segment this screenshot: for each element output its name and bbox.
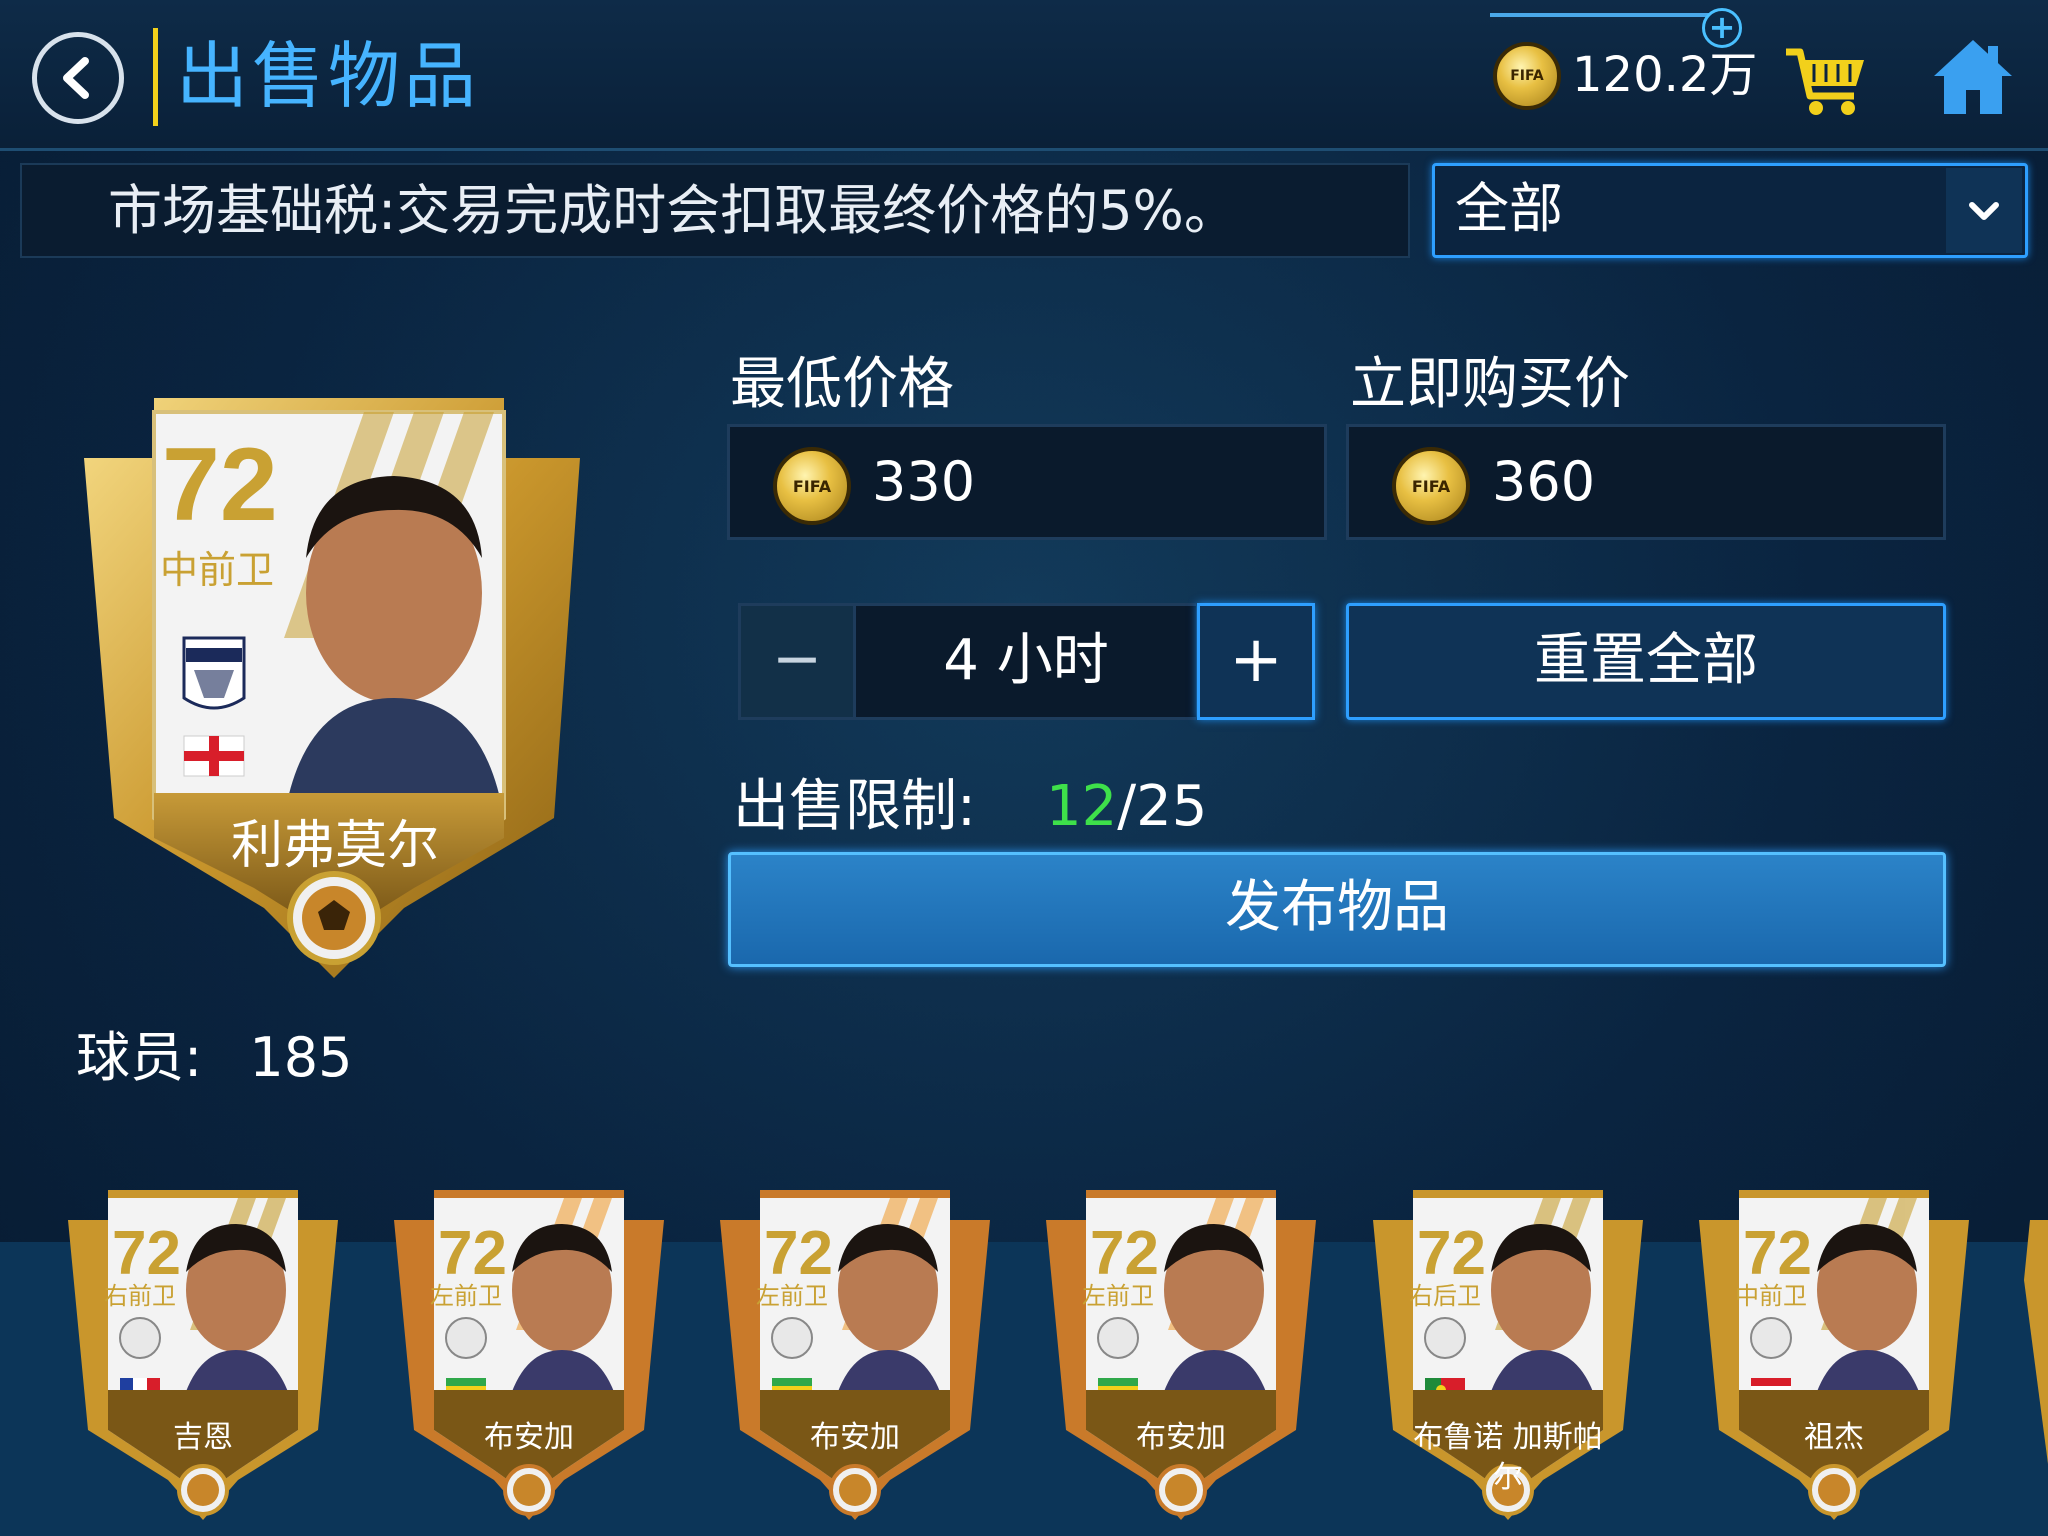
sell-limit-total: /25 xyxy=(1117,774,1208,839)
player-card-name: 布安加 xyxy=(1136,1420,1226,1455)
min-price-label: 最低价格 xyxy=(730,352,954,417)
sell-limit-used: 12 xyxy=(1046,774,1118,839)
player-card-position: 中前卫 xyxy=(1735,1282,1807,1310)
duration-decrease-button[interactable]: − xyxy=(738,603,856,720)
player-card-position: 右前卫 xyxy=(104,1282,176,1310)
club-badge-icon xyxy=(771,1317,813,1359)
player-card-position: 左前卫 xyxy=(756,1282,828,1310)
club-badge-icon xyxy=(445,1317,487,1359)
tax-notice-text: 市场基础税:交易完成时会扣取最终价格的5%。 xyxy=(108,179,1238,242)
ball-icon-inner xyxy=(839,1474,871,1506)
player-card-position: 左前卫 xyxy=(430,1282,502,1310)
duration-value: 4 小时 xyxy=(856,603,1196,720)
player-count: 球员: 185 xyxy=(76,1024,352,1092)
player-card-rating: 72 xyxy=(112,1219,181,1288)
club-badge-icon xyxy=(1424,1317,1466,1359)
player-card-name: 布安加 xyxy=(484,1420,574,1455)
buy-now-price-value: 360 xyxy=(1492,450,1596,513)
player-card-rating: 72 xyxy=(1417,1219,1486,1288)
page-title: 出售物品 xyxy=(176,34,481,118)
cart-icon[interactable] xyxy=(1780,34,1870,124)
coin-balance: 120.2万 xyxy=(1572,47,1758,103)
player-card-name: 布鲁诺 加斯帕尔 xyxy=(1413,1420,1603,1495)
coin-icon: FIFA xyxy=(1493,42,1561,110)
player-card[interactable] xyxy=(394,1190,664,1520)
sell-limit-value: 12/25 xyxy=(1046,772,1207,842)
ball-icon-inner xyxy=(1818,1474,1850,1506)
player-card-name: 布安加 xyxy=(810,1420,900,1455)
home-icon[interactable] xyxy=(1928,32,2018,122)
filter-selected-value: 全部 xyxy=(1455,177,1563,240)
selected-player-card[interactable] xyxy=(84,398,580,978)
coin-icon: FIFA xyxy=(773,447,851,525)
player-card-name: 祖杰 xyxy=(1804,1420,1864,1455)
min-price-value: 330 xyxy=(872,450,976,513)
sell-limit-label: 出售限制: xyxy=(733,774,976,839)
player-card-name: 吉恩 xyxy=(173,1420,233,1455)
club-badge-icon xyxy=(119,1317,161,1359)
club-badge-icon xyxy=(1097,1317,1139,1359)
player-card-position: 右后卫 xyxy=(1409,1282,1481,1310)
player-count-label: 球员: xyxy=(76,1026,203,1089)
player-card-partial[interactable] xyxy=(2024,1220,2048,1510)
player-card[interactable] xyxy=(68,1190,338,1520)
duration-increase-button[interactable]: + xyxy=(1197,603,1315,720)
balance-bar xyxy=(1490,13,1714,17)
selected-player-name: 利弗莫尔 xyxy=(230,816,439,876)
player-card-rating: 72 xyxy=(1743,1219,1812,1288)
player-card-rating: 72 xyxy=(438,1219,507,1288)
player-card-rating: 72 xyxy=(764,1219,833,1288)
reset-all-button[interactable]: 重置全部 xyxy=(1346,603,1946,720)
publish-item-button[interactable]: 发布物品 xyxy=(728,852,1946,967)
filter-dropdown-toggle[interactable] xyxy=(1946,168,2022,253)
selected-player-rating: 72 xyxy=(162,427,278,543)
player-card[interactable] xyxy=(1046,1190,1316,1520)
player-card-rating: 72 xyxy=(1090,1219,1159,1288)
player-count-value: 185 xyxy=(249,1026,353,1089)
player-card[interactable] xyxy=(1699,1190,1969,1520)
player-card[interactable] xyxy=(720,1190,990,1520)
ball-icon-inner xyxy=(1165,1474,1197,1506)
selected-player-position: 中前卫 xyxy=(160,548,275,592)
chevron-left-icon xyxy=(63,57,89,99)
ball-icon-inner xyxy=(513,1474,545,1506)
title-separator xyxy=(153,28,158,126)
back-button[interactable] xyxy=(32,32,124,124)
club-badge-icon xyxy=(1750,1317,1792,1359)
coin-icon: FIFA xyxy=(1392,447,1470,525)
ball-icon-inner xyxy=(187,1474,219,1506)
buy-now-label: 立即购买价 xyxy=(1350,352,1630,417)
player-card-position: 左前卫 xyxy=(1082,1282,1154,1310)
chevron-down-icon xyxy=(1969,201,1999,220)
